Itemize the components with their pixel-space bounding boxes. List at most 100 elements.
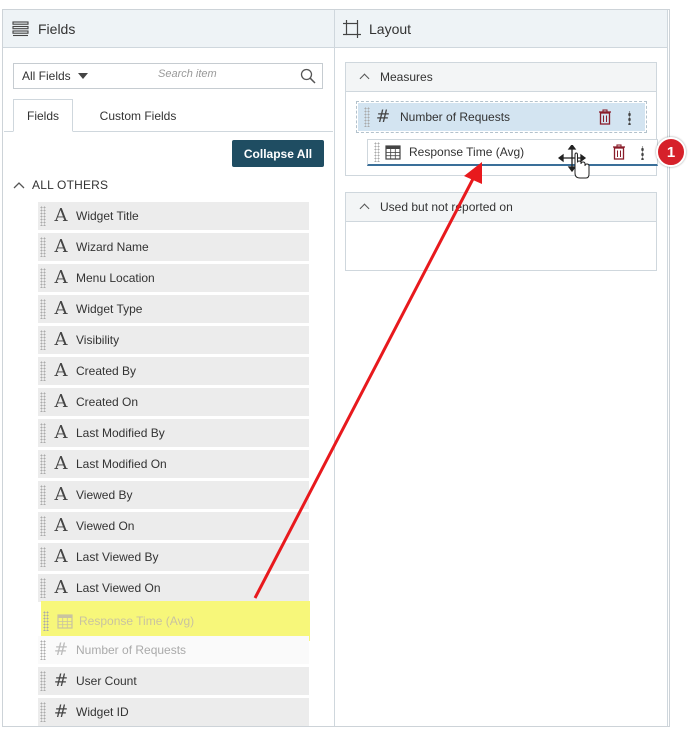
field-item-label: Last Viewed On xyxy=(76,581,161,595)
panel-divider xyxy=(334,10,335,726)
field-item-label: Wizard Name xyxy=(76,240,149,254)
chevron-up-icon xyxy=(360,72,370,82)
drag-handle-icon[interactable] xyxy=(43,611,49,631)
drag-handle-icon[interactable] xyxy=(364,107,370,127)
drag-handle-icon[interactable] xyxy=(40,299,46,319)
caret-down-icon xyxy=(77,73,88,79)
field-item[interactable]: A Widget Title xyxy=(38,202,309,230)
group-all-others[interactable]: ALL OTHERS xyxy=(13,176,108,194)
field-filter-bar: All Fields Search item xyxy=(13,63,323,89)
field-item[interactable]: A Visibility xyxy=(38,326,309,354)
measure-item[interactable]: # Number of Requests xyxy=(358,103,645,131)
field-item-label: Last Modified By xyxy=(76,426,165,440)
trash-icon[interactable] xyxy=(598,109,612,125)
field-item-label: Visibility xyxy=(76,333,120,347)
unused-section: Used but not reported on xyxy=(345,192,657,271)
field-item[interactable]: # Widget ID xyxy=(38,698,309,726)
drag-handle-icon[interactable] xyxy=(40,392,46,412)
field-item[interactable]: Response Time (Avg) xyxy=(41,601,310,641)
list-icon xyxy=(12,20,29,36)
text-icon: A xyxy=(54,484,68,505)
field-item[interactable]: A Viewed By xyxy=(38,481,309,509)
field-type-dropdown-value: All Fields xyxy=(22,69,71,83)
drag-handle-icon[interactable] xyxy=(374,142,380,162)
layout-header: Layout xyxy=(335,10,667,48)
drag-handle-icon[interactable] xyxy=(40,237,46,257)
drag-handle-icon[interactable] xyxy=(40,640,46,660)
drag-handle-icon[interactable] xyxy=(40,361,46,381)
field-item-label: Menu Location xyxy=(76,271,155,285)
measures-header[interactable]: Measures xyxy=(346,63,656,92)
drag-handle-icon[interactable] xyxy=(40,423,46,443)
text-icon: A xyxy=(54,453,68,474)
drag-handle-icon[interactable] xyxy=(40,578,46,598)
drag-handle-icon[interactable] xyxy=(40,485,46,505)
drag-handle-icon[interactable] xyxy=(40,516,46,536)
field-item-label: Viewed By xyxy=(76,488,133,502)
field-item[interactable]: A Wizard Name xyxy=(38,233,309,261)
field-item[interactable]: A Created On xyxy=(38,388,309,416)
field-item-label: Widget Type xyxy=(76,302,143,316)
drag-handle-icon[interactable] xyxy=(40,206,46,226)
field-item[interactable]: # User Count xyxy=(38,667,309,695)
tab-custom-fields-label: Custom Fields xyxy=(99,108,177,123)
collapse-all-button[interactable]: Collapse All xyxy=(232,140,324,167)
fields-title: Fields xyxy=(38,20,76,37)
measure-item-label: Number of Requests xyxy=(400,110,511,124)
drag-handle-icon[interactable] xyxy=(40,330,46,350)
field-item[interactable]: A Created By xyxy=(38,357,309,385)
unused-header[interactable]: Used but not reported on xyxy=(346,193,656,222)
calendar-icon xyxy=(385,145,401,160)
fields-header: Fields xyxy=(3,10,334,48)
field-item[interactable]: A Last Modified On xyxy=(38,450,309,478)
field-item-label: Created On xyxy=(76,395,139,409)
search-icon[interactable] xyxy=(300,68,316,84)
field-item[interactable]: A Last Viewed By xyxy=(38,543,309,571)
text-icon: A xyxy=(54,267,68,288)
field-item-label: Widget Title xyxy=(76,209,139,223)
tab-fields-label: Fields xyxy=(26,108,59,123)
field-item[interactable]: # Number of Requests xyxy=(38,636,309,664)
step-badge: 1 xyxy=(656,137,686,167)
tab-fields[interactable]: Fields xyxy=(13,99,73,132)
field-item-label: Number of Requests xyxy=(76,643,187,657)
field-type-dropdown[interactable]: All Fields xyxy=(22,69,88,83)
text-icon: A xyxy=(54,205,68,226)
calendar-icon xyxy=(57,614,73,629)
dragged-measure-item[interactable]: Response Time (Avg) xyxy=(367,139,658,166)
field-item-label: Response Time (Avg) xyxy=(79,614,195,628)
field-item[interactable]: A Menu Location xyxy=(38,264,309,292)
field-item[interactable]: A Last Modified By xyxy=(38,419,309,447)
group-label: ALL OTHERS xyxy=(32,178,109,192)
hash-icon: # xyxy=(53,702,69,722)
search-input[interactable]: Search item xyxy=(158,68,217,80)
text-icon: A xyxy=(54,546,68,567)
more-options-icon[interactable] xyxy=(628,111,631,125)
drag-handle-icon[interactable] xyxy=(40,671,46,691)
text-icon: A xyxy=(54,422,68,443)
drag-handle-icon[interactable] xyxy=(40,547,46,567)
field-item[interactable]: A Last Viewed On xyxy=(38,574,309,602)
measures-label: Measures xyxy=(380,70,433,84)
text-icon: A xyxy=(54,329,68,350)
field-item-label: Last Viewed By xyxy=(76,550,159,564)
field-item[interactable]: A Viewed On xyxy=(38,512,309,540)
field-item-label: User Count xyxy=(76,674,137,688)
field-item-label: Last Modified On xyxy=(76,457,167,471)
trash-icon[interactable] xyxy=(612,144,626,160)
field-item[interactable]: A Widget Type xyxy=(38,295,309,323)
drag-handle-icon[interactable] xyxy=(40,702,46,722)
field-item-label: Widget ID xyxy=(76,705,129,719)
hash-icon: # xyxy=(53,671,69,691)
more-options-icon[interactable] xyxy=(641,146,644,160)
tab-custom-fields[interactable]: Custom Fields xyxy=(87,99,189,132)
dragged-measure-label: Response Time (Avg) xyxy=(409,145,525,159)
drag-handle-icon[interactable] xyxy=(40,268,46,288)
chevron-up-icon xyxy=(360,202,370,212)
drag-handle-icon[interactable] xyxy=(40,454,46,474)
text-icon: A xyxy=(54,236,68,257)
move-cursor-icon xyxy=(558,145,590,179)
layout-icon xyxy=(343,19,361,38)
text-icon: A xyxy=(54,515,68,536)
text-icon: A xyxy=(54,391,68,412)
